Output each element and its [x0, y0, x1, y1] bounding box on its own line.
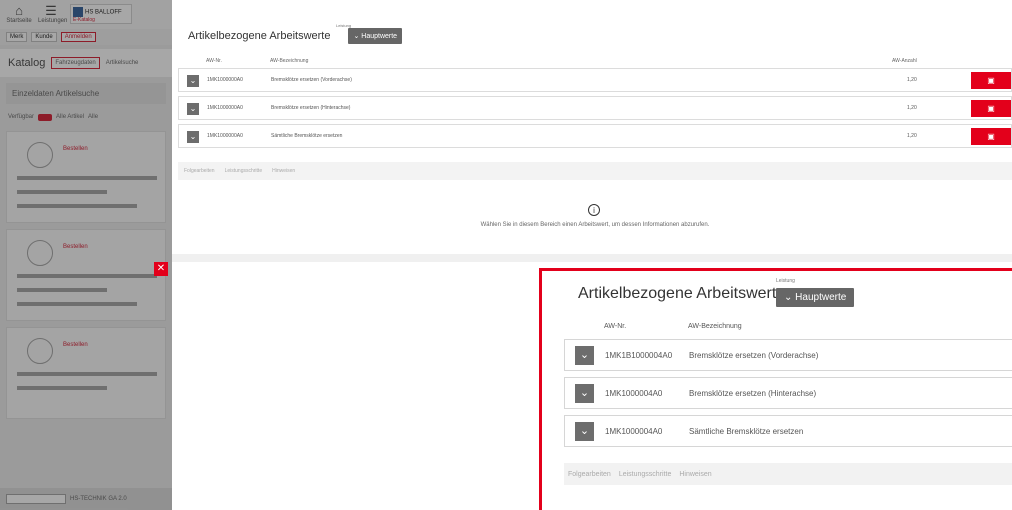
expand-button[interactable]: ⌄ — [575, 422, 594, 441]
zoom-callout: Leistung Artikelbezogene Arbeitswerte ⌄ … — [539, 268, 1012, 510]
info-area: i Wählen Sie in diesem Bereich einen Arb… — [178, 180, 1012, 254]
table-row[interactable]: ⌄ 1MK1000000A0 Sämtliche Bremsklötze ers… — [178, 124, 1012, 148]
zoom-table-row[interactable]: ⌄ 1MK1000004A0 Sämtliche Bremsklötze ers… — [564, 415, 1012, 447]
tab-hinweisen[interactable]: Hinweisen — [679, 471, 711, 478]
chevron-down-icon: ⌄ — [579, 387, 590, 399]
info-icon: i — [588, 204, 600, 216]
chevron-down-icon: ⌄ — [784, 292, 796, 303]
zoom-table-row[interactable]: ⌄ 1MK1B1000004A0 Bremsklötze ersetzen (V… — [564, 339, 1012, 371]
detail-tabs: Folgearbeiten Leistungsschritte Hinweise… — [178, 162, 1012, 180]
tab-folgearbeiten[interactable]: Folgearbeiten — [568, 471, 611, 478]
expand-button[interactable]: ⌄ — [187, 103, 199, 115]
column-header-bezeichnung: AW-Bezeichnung — [270, 58, 309, 64]
expand-button[interactable]: ⌄ — [575, 384, 594, 403]
tab-hinweisen[interactable]: Hinweisen — [272, 168, 295, 174]
tab-folgearbeiten[interactable]: Folgearbeiten — [184, 168, 215, 174]
table-row[interactable]: ⌄ 1MK1000000A0 Bremsklötze ersetzen (Vor… — [178, 68, 1012, 92]
zoom-column-bezeichnung: AW-Bezeichnung — [688, 323, 742, 330]
document-icon: ▣ — [987, 76, 995, 85]
chevron-down-icon: ⌄ — [579, 349, 590, 361]
zoom-column-nr: AW-Nr. — [604, 323, 627, 330]
tab-leistungsschritte[interactable]: Leistungsschritte — [225, 168, 263, 174]
close-icon: ✕ — [156, 263, 166, 274]
zoom-filter-label: Leistung — [776, 278, 795, 284]
panel-title: Artikelbezogene Arbeitswerte — [188, 30, 331, 42]
chevron-down-icon: ⌄ — [189, 76, 197, 85]
close-panel-button[interactable]: ✕ — [154, 262, 168, 276]
chevron-down-icon: ⌄ — [579, 425, 590, 437]
add-to-cart-button[interactable]: ▣ — [971, 128, 1011, 145]
document-icon: ▣ — [987, 132, 995, 141]
zoom-table-row[interactable]: ⌄ 1MK1000004A0 Bremsklötze ersetzen (Hin… — [564, 377, 1012, 409]
add-to-cart-button[interactable]: ▣ — [971, 100, 1011, 117]
expand-button[interactable]: ⌄ — [187, 131, 199, 143]
chevron-down-icon: ⌄ — [189, 104, 197, 113]
modal-overlay — [0, 0, 172, 510]
column-header-anzahl: AW-Anzahl — [892, 58, 917, 64]
info-text: Wählen Sie in diesem Bereich einen Arbei… — [480, 222, 710, 228]
expand-button[interactable]: ⌄ — [187, 75, 199, 87]
zoom-hauptwerte-button[interactable]: ⌄ Hauptwerte — [776, 288, 855, 307]
document-icon: ▣ — [987, 104, 995, 113]
hauptwerte-filter-button[interactable]: ⌄ Hauptwerte — [348, 28, 403, 44]
expand-button[interactable]: ⌄ — [575, 346, 594, 365]
chevron-down-icon: ⌄ — [189, 132, 197, 141]
zoom-title: Artikelbezogene Arbeitswerte — [578, 285, 786, 302]
table-row[interactable]: ⌄ 1MK1000000A0 Bremsklötze ersetzen (Hin… — [178, 96, 1012, 120]
background-app: ⌂ Startseite ☰ Leistungen HS BALLOFF E-K… — [0, 0, 172, 510]
column-header-nr: AW-Nr. — [206, 58, 222, 64]
tab-leistungsschritte[interactable]: Leistungsschritte — [619, 471, 672, 478]
add-to-cart-button[interactable]: ▣ — [971, 72, 1011, 89]
zoom-detail-tabs: Folgearbeiten Leistungsschritte Hinweise… — [564, 463, 1012, 485]
